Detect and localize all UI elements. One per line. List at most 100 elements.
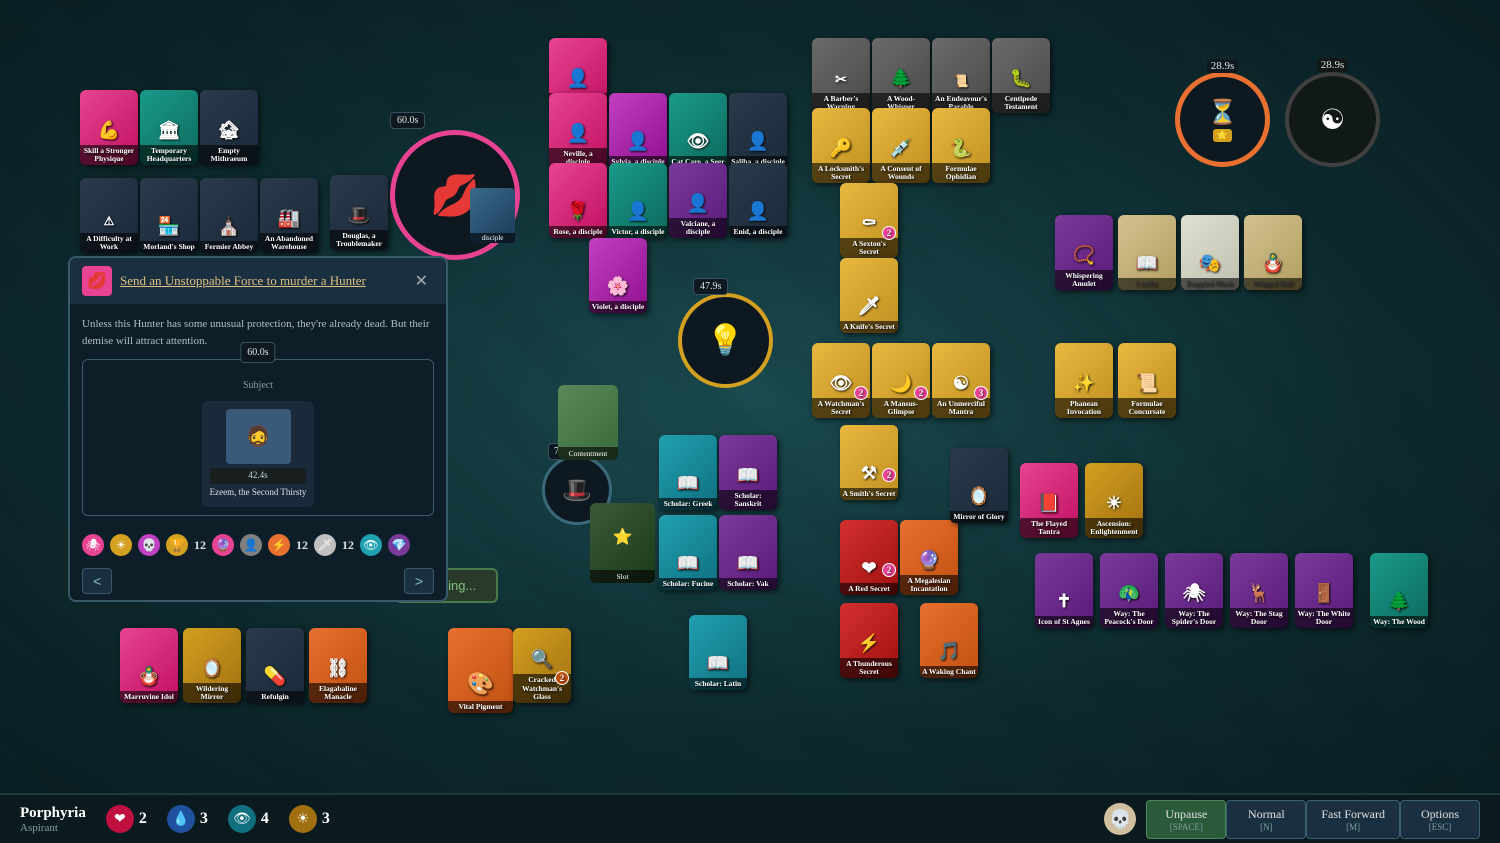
res-count-3: 12: [342, 538, 354, 553]
passion-value: 3: [200, 810, 208, 828]
card-megalesian[interactable]: 🔮 A Megalesian Incantation: [900, 520, 958, 595]
card-smiths[interactable]: ⚒ A Smith's Secret 2: [840, 425, 898, 500]
card-formulae-ophidian[interactable]: 🐍 Formulae Ophidian: [932, 108, 990, 183]
card-scholar-fucine[interactable]: 📖 Scholar: Fucine: [659, 515, 717, 590]
mid-action-slot[interactable]: 💡: [678, 293, 773, 388]
card-fermier[interactable]: ⛪ Fermier Abbey: [200, 178, 258, 253]
card-ascension[interactable]: ☀ Ascension: Enlightenment: [1085, 463, 1143, 538]
res-count-1: 12: [194, 538, 206, 553]
card-douglas[interactable]: 🎩 Douglas, a Troublemaker: [330, 175, 388, 250]
card-watchman[interactable]: 👁 A Watchman's Secret 2: [812, 343, 870, 418]
card-leathy[interactable]: 📖 Leathy: [1118, 215, 1176, 290]
dialog-subject-timer: 60.0s: [240, 342, 275, 363]
subject-timer: 42.4s: [210, 468, 307, 484]
health-icon: ❤: [106, 805, 134, 833]
card-morlands[interactable]: 🏪 Morland's Shop: [140, 178, 198, 253]
passion-icon: 💧: [167, 805, 195, 833]
dialog-title: Send an Unstoppable Force to murder a Hu…: [120, 273, 401, 289]
card-vital-pigment[interactable]: 🎨 Vital Pigment: [448, 628, 513, 713]
card-sextons[interactable]: ⚰ A Sexton's Secret 2: [840, 183, 898, 258]
card-waking-chant[interactable]: 🎵 A Waking Chant: [920, 603, 978, 678]
card-elagabaline[interactable]: ⛓ Elagabaline Manacle: [309, 628, 367, 703]
skull-icon[interactable]: 💀: [1104, 803, 1136, 835]
card-dappled-mask[interactable]: 🎭 Dappled Mask: [1181, 215, 1239, 290]
game-board: 💪 Skill a Stronger Physique 🏛 Temporary …: [0, 0, 1500, 793]
res-icon-2: ☀: [110, 534, 132, 556]
main-timer: 60.0s: [390, 112, 425, 129]
card-winged-doll[interactable]: 🪆 Winged Doll: [1244, 215, 1302, 290]
card-valciane[interactable]: 👤 Valciane, a disciple: [669, 163, 727, 238]
card-formulae-concursate[interactable]: 📜 Formulae Concursate: [1118, 343, 1176, 418]
card-skill-physique[interactable]: 💪 Skill a Stronger Physique: [80, 90, 138, 165]
card-locksmith[interactable]: 🔑 A Locksmith's Secret: [812, 108, 870, 183]
card-enid[interactable]: 👤 Enid, a disciple: [729, 163, 787, 238]
card-scholar-greek[interactable]: 📖 Scholar: Greek: [659, 435, 717, 510]
card-white-door[interactable]: 🚪 Way: The White Door: [1295, 553, 1353, 628]
card-cracked-glass[interactable]: 🔍 Cracked Watchman's Glass 2: [513, 628, 571, 703]
card-spiders-door[interactable]: 🕷 Way: The Spider's Door: [1165, 553, 1223, 628]
card-difficulty[interactable]: ⚠ A Difficulty at Work: [80, 178, 138, 253]
card-peacocks-door[interactable]: 🦚 Way: The Peacock's Door: [1100, 553, 1158, 628]
card-rose[interactable]: 🌹 Rose, a disciple: [549, 163, 607, 238]
card-saliba[interactable]: 👤 Saliba, a disciple: [729, 93, 787, 168]
card-marruvine[interactable]: 🪆 Marruvine Idol: [120, 628, 178, 703]
options-button[interactable]: Options [ESC]: [1400, 800, 1480, 839]
dialog-nav: < >: [70, 562, 446, 600]
card-whispering-amulet[interactable]: 📿 Whispering Amulet: [1055, 215, 1113, 290]
card-stag-door[interactable]: 🦌 Way: The Stag Door: [1230, 553, 1288, 628]
card-wildering[interactable]: 🪞 Wildering Mirror: [183, 628, 241, 703]
card-knifes[interactable]: 🗡 A Knife's Secret: [840, 258, 898, 333]
card-scholar-sanskrit[interactable]: 📖 Scholar: Sanskrit: [719, 435, 777, 510]
card-barbers-warning[interactable]: ✂ A Barber's Warning: [812, 38, 870, 113]
dialog-subject-card[interactable]: 🧔 42.4s Ezeem, the Second Thirsty: [202, 401, 315, 507]
res-icon-4: 🏆: [166, 534, 188, 556]
dialog-subject-area: 60.0s Subject 🧔 42.4s Ezeem, the Second …: [82, 359, 434, 516]
card-icon-agnes[interactable]: ✝ Icon of St Agnes: [1035, 553, 1093, 628]
health-value: 2: [139, 810, 147, 828]
card-victor[interactable]: 👤 Victor, a disciple: [609, 163, 667, 238]
dialog-next-button[interactable]: >: [404, 568, 434, 594]
player-title: Aspirant: [20, 822, 86, 834]
card-scholar-vak[interactable]: 📖 Scholar: Vak: [719, 515, 777, 590]
top-right-timer-1[interactable]: ⏳ ⭐ 28.9s: [1175, 72, 1270, 167]
card-mantra[interactable]: ☯ An Unmerciful Mantra 3: [932, 343, 990, 418]
mid-timer: 47.9s: [693, 278, 728, 295]
card-mansus[interactable]: 🌙 A Mansus-Glimpse 2: [872, 343, 930, 418]
res-icon-10: 💎: [388, 534, 410, 556]
card-phanean[interactable]: ✨ Phanean Invocation: [1055, 343, 1113, 418]
dialog-prev-button[interactable]: <: [82, 568, 112, 594]
card-violet[interactable]: 🌸 Violet, a disciple: [589, 238, 647, 313]
card-red-secret[interactable]: ❤ A Red Secret 2: [840, 520, 898, 595]
stat-health: ❤ 2: [106, 805, 147, 833]
card-abandoned-wh[interactable]: 🏭 An Abandoned Warehouse: [260, 178, 318, 253]
card-sylvia[interactable]: 👤 Sylvia, a disciple: [609, 93, 667, 168]
res-icon-1: 🕷: [82, 534, 104, 556]
card-endeavours[interactable]: 📜 An Endeavour's Parable: [932, 38, 990, 113]
dialog-close-button[interactable]: ✕: [409, 269, 434, 293]
card-wood-door[interactable]: 🌲 Way: The Wood: [1370, 553, 1428, 628]
card-cat-caro[interactable]: 👁 Cat Caro, a Seer: [669, 93, 727, 168]
fast-forward-button[interactable]: Fast Forward [M]: [1306, 800, 1400, 839]
top-right-timer-2[interactable]: ☯ 28.9s: [1285, 72, 1380, 167]
card-thunderous[interactable]: ⚡ A Thunderous Secret: [840, 603, 898, 678]
card-mirror-glory[interactable]: 🪞 Mirror of Glory: [950, 448, 1008, 523]
res-icon-7: ⚡: [268, 534, 290, 556]
unpause-button[interactable]: Unpause [SPACE]: [1146, 800, 1226, 839]
circle-card[interactable]: disciple: [470, 188, 515, 243]
slot-card-2[interactable]: ⭐ Slot: [590, 503, 655, 583]
card-wood-whisper[interactable]: 🌲 A Wood-Whisper: [872, 38, 930, 113]
dialog-resource-bar: 🕷 ☀ 💀 🏆 12 🔮 👤 ⚡ 12 🗡 12 👁 💎: [70, 528, 446, 562]
card-refulgin[interactable]: 💊 Refulgin: [246, 628, 304, 703]
normal-button[interactable]: Normal [N]: [1226, 800, 1306, 839]
card-contentment[interactable]: Contentment: [558, 385, 618, 460]
card-temp-hq[interactable]: 🏛 Temporary Headquarters: [140, 90, 198, 165]
res-icon-9: 👁: [360, 534, 382, 556]
stat-reason: 👁 4: [228, 805, 269, 833]
card-empty-milth[interactable]: 🏚 Empty Mithraeum: [200, 90, 258, 165]
card-neville[interactable]: 👤 Neville, a disciple: [549, 93, 607, 168]
card-flayed-tantra[interactable]: 📕 The Flayed Tantra: [1020, 463, 1078, 538]
card-centipede[interactable]: 🐛 Centipede Testament: [992, 38, 1050, 113]
funds-icon: ☀: [289, 805, 317, 833]
card-scholar-latin[interactable]: 📖 Scholar: Latin: [689, 615, 747, 690]
card-consent[interactable]: 💉 A Consent of Wounds: [872, 108, 930, 183]
